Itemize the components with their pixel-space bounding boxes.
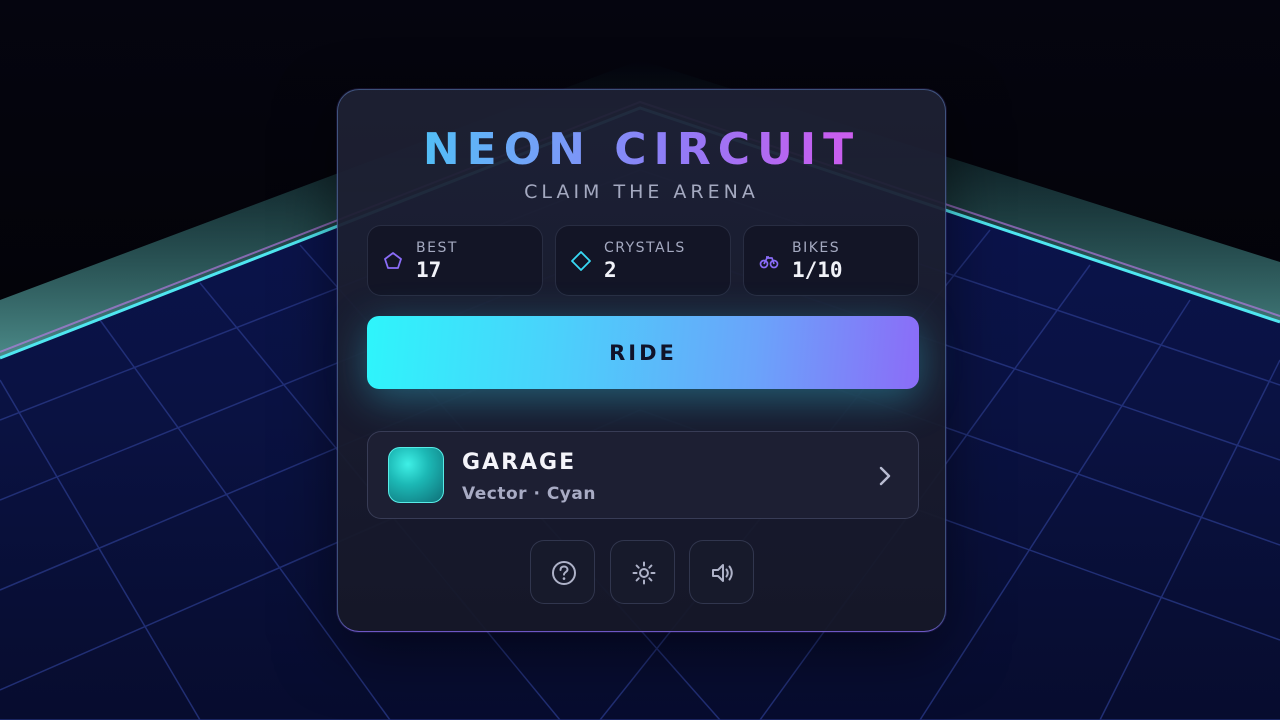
stat-value: 2: [604, 258, 617, 282]
stats-row: BEST 17 CRYSTALS 2 BIKES 1/10: [367, 225, 919, 296]
chevron-right-icon: [879, 466, 891, 486]
garage-title: GARAGE: [462, 450, 577, 475]
bike-icon: [759, 256, 779, 269]
garage-button[interactable]: GARAGE Vector · Cyan: [367, 431, 919, 519]
bike-color-swatch: [388, 447, 444, 503]
game-title: NEON CIRCUIT: [338, 124, 945, 176]
stat-crystals: CRYSTALS 2: [555, 225, 731, 296]
ride-button-label: RIDE: [609, 340, 677, 365]
stat-best: BEST 17: [367, 225, 543, 296]
stat-label: CRYSTALS: [604, 240, 686, 256]
stat-label: BEST: [416, 240, 458, 256]
garage-selected-bike: Vector · Cyan: [462, 484, 596, 504]
diamond-icon: [571, 251, 591, 271]
stat-value: 1/10: [792, 258, 843, 282]
stat-label: BIKES: [792, 240, 841, 256]
help-button[interactable]: [530, 540, 595, 604]
speaker-icon: [712, 564, 733, 582]
main-menu-panel: NEON CIRCUIT CLAIM THE ARENA BEST 17 CRY…: [337, 89, 946, 632]
gear-icon: [632, 561, 656, 585]
game-subtitle: CLAIM THE ARENA: [524, 181, 759, 203]
pentagon-icon: [384, 252, 402, 269]
help-icon: [552, 561, 576, 585]
ride-button[interactable]: RIDE: [367, 316, 919, 389]
settings-button[interactable]: [610, 540, 675, 604]
stat-value: 17: [416, 258, 442, 282]
stat-bikes: BIKES 1/10: [743, 225, 919, 296]
sound-button[interactable]: [689, 540, 754, 604]
